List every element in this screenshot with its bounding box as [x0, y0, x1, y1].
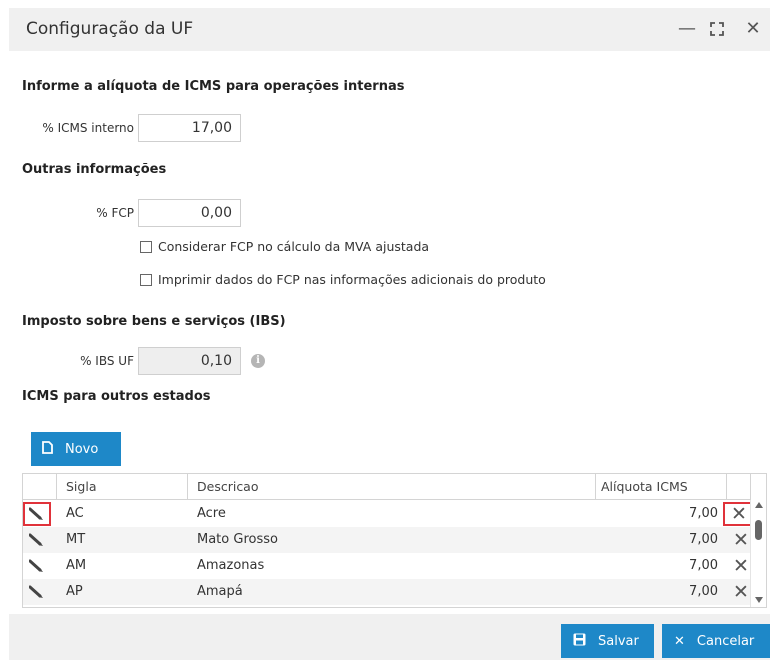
uf-config-dialog: Configuração da UF — ✕ Informe a alíquot…	[9, 8, 770, 660]
pencil-icon[interactable]	[23, 528, 51, 552]
novo-button[interactable]: Novo	[31, 432, 121, 466]
maximize-icon[interactable]	[706, 16, 728, 42]
cell-descricao: Amapá	[197, 584, 243, 599]
cancel-icon: ✕	[674, 633, 685, 649]
section-title-icms-interno: Informe a alíquota de ICMS para operaçõe…	[22, 79, 405, 94]
section-title-ibs: Imposto sobre bens e serviços (IBS)	[22, 314, 286, 329]
salvar-button[interactable]: Salvar	[561, 624, 654, 658]
cell-aliquota: 7,00	[689, 584, 718, 599]
ibs-input: 0,10	[138, 347, 241, 375]
cell-descricao: Acre	[197, 506, 226, 521]
section-title-outras: Outras informações	[22, 162, 167, 177]
fcp-label: % FCP	[96, 206, 134, 220]
cell-aliquota: 7,00	[689, 558, 718, 573]
salvar-button-label: Salvar	[598, 633, 639, 649]
table-row[interactable]: AC Acre 7,00 ✕	[23, 501, 755, 527]
novo-button-label: Novo	[65, 441, 99, 457]
info-icon[interactable]: i	[251, 354, 265, 368]
cell-sigla: AP	[66, 584, 83, 599]
cell-aliquota: 7,00	[689, 506, 718, 521]
dialog-titlebar: Configuração da UF — ✕	[9, 8, 770, 51]
col-header-descricao[interactable]: Descricao	[197, 474, 259, 499]
col-header-sigla[interactable]: Sigla	[66, 474, 96, 499]
save-icon	[573, 633, 586, 650]
col-header-aliquota[interactable]: Alíquota ICMS	[595, 474, 726, 499]
scroll-up-icon[interactable]	[755, 502, 763, 508]
cell-descricao: Mato Grosso	[197, 532, 278, 547]
estados-grid: Sigla Descricao Alíquota ICMS AC Acre 7,…	[22, 473, 767, 608]
chk-imprimir-label: Imprimir dados do FCP nas informações ad…	[158, 272, 546, 287]
pencil-icon[interactable]	[23, 580, 51, 604]
cancelar-button-label: Cancelar	[696, 633, 755, 649]
icms-interno-input[interactable]: 17,00	[138, 114, 241, 142]
dialog-footer: Salvar ✕ Cancelar	[9, 614, 770, 660]
cell-descricao: Amazonas	[197, 558, 265, 573]
fcp-input[interactable]: 0,00	[138, 199, 241, 227]
pencil-icon[interactable]	[23, 554, 51, 578]
close-icon[interactable]: ✕	[742, 16, 764, 42]
chk-imprimir-row[interactable]: Imprimir dados do FCP nas informações ad…	[140, 272, 546, 287]
table-row[interactable]: AP Amapá 7,00 ✕	[23, 579, 750, 605]
cell-sigla: AC	[66, 506, 84, 521]
cell-sigla: MT	[66, 532, 86, 547]
chk-mva-checkbox[interactable]	[140, 240, 152, 253]
ibs-label: % IBS UF	[80, 354, 134, 368]
grid-scrollbar[interactable]	[750, 500, 766, 607]
icms-interno-label: % ICMS interno	[42, 121, 134, 135]
section-title-outros-estados: ICMS para outros estados	[22, 389, 211, 404]
cell-aliquota: 7,00	[689, 532, 718, 547]
cancelar-button[interactable]: ✕ Cancelar	[662, 624, 770, 658]
scroll-down-icon[interactable]	[755, 597, 763, 603]
pencil-icon[interactable]	[23, 502, 51, 526]
dialog-title: Configuração da UF	[26, 19, 194, 39]
minimize-icon[interactable]: —	[676, 16, 698, 42]
chk-mva-label: Considerar FCP no cálculo da MVA ajustad…	[158, 239, 430, 254]
chk-mva-row[interactable]: Considerar FCP no cálculo da MVA ajustad…	[140, 239, 429, 254]
scroll-thumb[interactable]	[755, 520, 762, 540]
grid-header: Sigla Descricao Alíquota ICMS	[23, 474, 751, 500]
table-row[interactable]: AM Amazonas 7,00 ✕	[23, 553, 750, 579]
new-document-icon	[42, 441, 53, 457]
cell-sigla: AM	[66, 558, 87, 573]
table-row[interactable]: MT Mato Grosso 7,00 ✕	[23, 527, 750, 553]
chk-imprimir-checkbox[interactable]	[140, 273, 152, 286]
